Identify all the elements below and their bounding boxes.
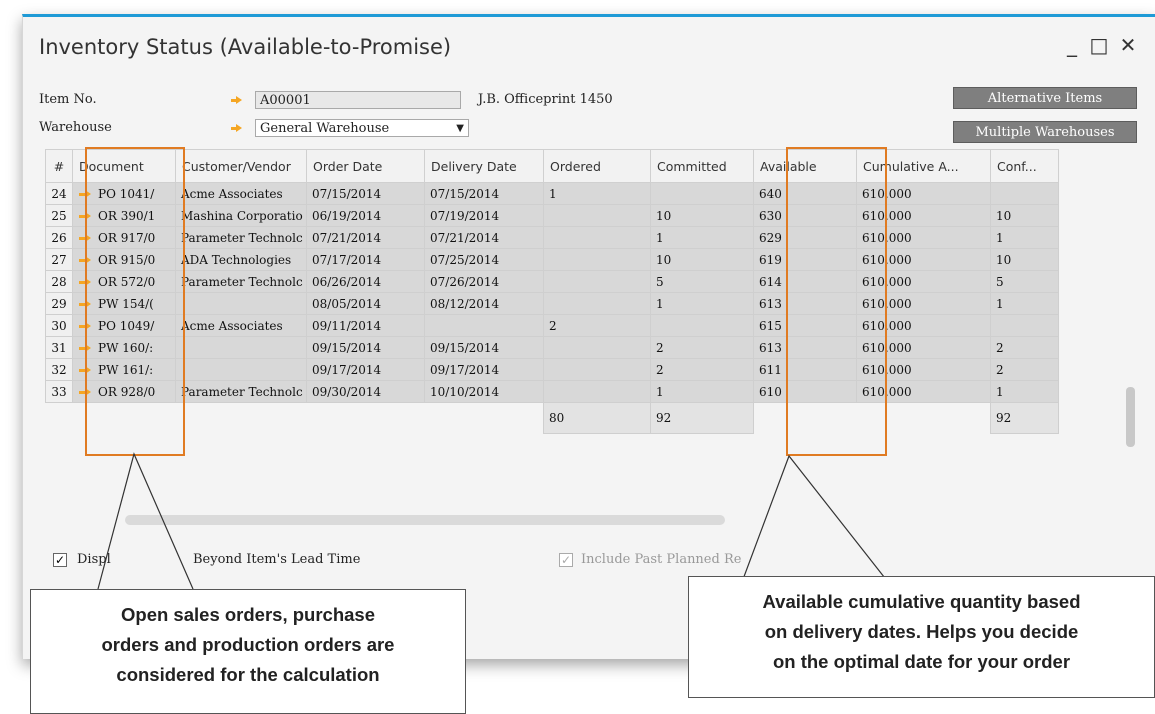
callout-line: on delivery dates. Helps you decide	[764, 621, 1079, 642]
callout-line: Open sales orders, purchase	[121, 604, 375, 625]
callout-line: Available cumulative quantity based	[762, 591, 1081, 612]
left-callout-pointer	[97, 452, 194, 590]
right-callout-pointer	[741, 454, 889, 583]
left-callout: Open sales orders, purchase orders and p…	[30, 589, 466, 714]
callout-line: on the optimal date for your order	[772, 651, 1071, 672]
right-callout: Available cumulative quantity based on d…	[688, 576, 1155, 698]
callout-line: considered for the calculation	[116, 664, 380, 685]
callout-line: orders and production orders are	[101, 634, 395, 655]
